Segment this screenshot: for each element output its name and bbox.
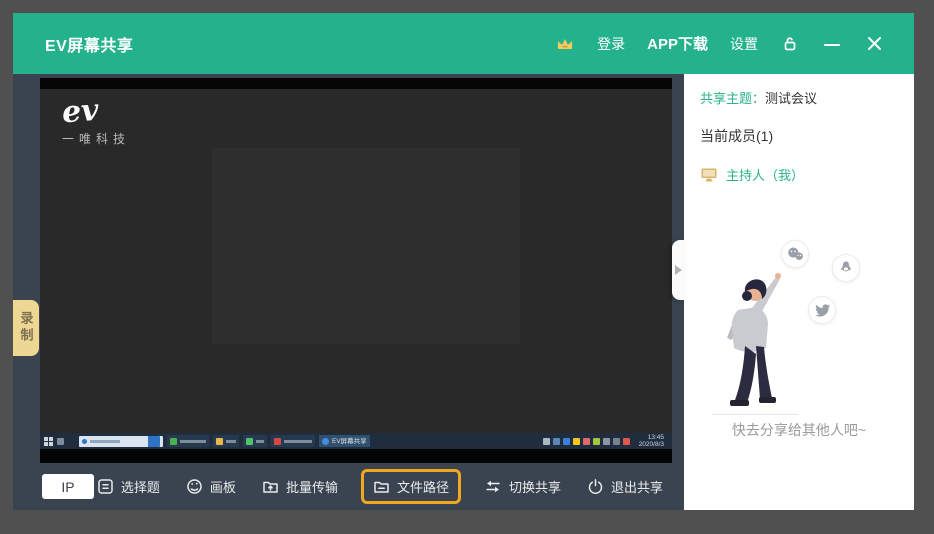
taskbar-search-box xyxy=(79,436,163,447)
share-topic-label: 共享主题： xyxy=(700,91,765,106)
tray-icon xyxy=(583,438,590,445)
palette-icon xyxy=(186,478,203,495)
app-download-button[interactable]: APP下载 xyxy=(647,33,708,54)
share-topic-value: 测试会议 xyxy=(765,91,817,106)
swap-icon xyxy=(484,478,502,495)
folder-path-icon xyxy=(373,478,390,495)
taskbar-icon xyxy=(68,438,75,445)
ev-logo-mark: ev xyxy=(61,94,131,129)
person-illustration xyxy=(714,266,796,416)
preview-window-ghost xyxy=(212,148,520,344)
search-button-blur xyxy=(148,436,160,447)
sidebar-collapse-button[interactable] xyxy=(672,240,684,300)
search-text-blur xyxy=(90,440,120,443)
taskbar-task xyxy=(213,435,239,447)
task-icon xyxy=(322,438,329,445)
app-title: EV屏幕共享 xyxy=(45,32,133,56)
monitor-icon xyxy=(700,167,718,183)
power-icon xyxy=(587,478,604,495)
preview-taskbar: EV屏幕共享 xyxy=(40,433,672,449)
browser-icon xyxy=(82,439,87,444)
qq-icon xyxy=(832,254,860,282)
quiz-icon xyxy=(97,478,114,495)
main-stage: 录制 ev 一唯科技 xyxy=(13,74,684,510)
tray-icon xyxy=(563,438,570,445)
tray-icon xyxy=(553,438,560,445)
task-icon xyxy=(170,438,177,445)
start-icon xyxy=(44,437,53,446)
bottom-toolbar: IP 选择题 xyxy=(13,463,684,510)
sidebar: 共享主题：测试会议 当前成员(1) 主持人（我） xyxy=(684,74,914,510)
tool-exit-share[interactable]: 退出共享 xyxy=(584,469,666,504)
taskbar-icon xyxy=(57,438,64,445)
share-hint: 快去分享给其他人吧~ xyxy=(684,420,914,440)
tray-icon xyxy=(593,438,600,445)
taskbar-task-active: EV屏幕共享 xyxy=(319,435,370,447)
vip-crown-icon[interactable] xyxy=(555,34,575,54)
app-window: EV屏幕共享 登录 APP下载 设置 xyxy=(13,13,914,510)
share-topic: 共享主题：测试会议 xyxy=(700,88,817,107)
tool-batch-transfer[interactable]: 批量传输 xyxy=(259,469,341,504)
twitter-icon xyxy=(808,296,836,324)
tray-icon xyxy=(543,438,550,445)
wechat-icon xyxy=(781,240,809,268)
taskbar-clock: 13:45 2020/8/3 xyxy=(639,434,664,448)
tool-file-path[interactable]: 文件路径 xyxy=(361,469,461,504)
ip-button[interactable]: IP xyxy=(42,474,94,499)
task-icon xyxy=(274,438,281,445)
tool-choice-question[interactable]: 选择题 xyxy=(94,469,163,504)
tool-whiteboard[interactable]: 画板 xyxy=(183,469,239,504)
ev-logo-company: 一唯科技 xyxy=(62,130,130,147)
tray-icon xyxy=(613,438,620,445)
tool-switch-share[interactable]: 切换共享 xyxy=(481,469,564,504)
record-tab[interactable]: 录制 xyxy=(13,300,39,356)
settings-button[interactable]: 设置 xyxy=(730,34,758,54)
screen-share-preview: ev 一唯科技 xyxy=(40,78,672,463)
close-button[interactable] xyxy=(864,34,884,54)
login-button[interactable]: 登录 xyxy=(597,34,625,54)
tray-icon xyxy=(623,438,630,445)
ev-logo: ev 一唯科技 xyxy=(62,96,130,147)
task-icon xyxy=(246,438,253,445)
taskbar-task xyxy=(271,435,315,447)
minimize-button[interactable] xyxy=(822,34,842,54)
preview-letterbox-top xyxy=(40,78,672,89)
toolbar-items: 选择题 画板 xyxy=(94,469,666,504)
tray-icon xyxy=(573,438,580,445)
lock-icon[interactable] xyxy=(780,34,800,54)
folder-upload-icon xyxy=(262,478,279,495)
ground-line xyxy=(712,414,798,415)
titlebar: EV屏幕共享 登录 APP下载 设置 xyxy=(13,13,914,74)
titlebar-actions: 登录 APP下载 设置 xyxy=(555,33,884,54)
chevron-right-icon xyxy=(675,265,682,275)
system-tray xyxy=(543,438,630,445)
desktop-frame: EV屏幕共享 登录 APP下载 设置 xyxy=(0,0,934,534)
task-icon xyxy=(216,438,223,445)
taskbar-task xyxy=(243,435,267,447)
taskbar-task xyxy=(167,435,209,447)
member-name: 主持人（我） xyxy=(726,165,804,184)
tray-icon xyxy=(603,438,610,445)
members-title: 当前成员(1) xyxy=(700,126,773,146)
share-illustration xyxy=(684,234,914,424)
member-row-host[interactable]: 主持人（我） xyxy=(700,165,804,184)
preview-letterbox-bottom xyxy=(40,449,672,463)
